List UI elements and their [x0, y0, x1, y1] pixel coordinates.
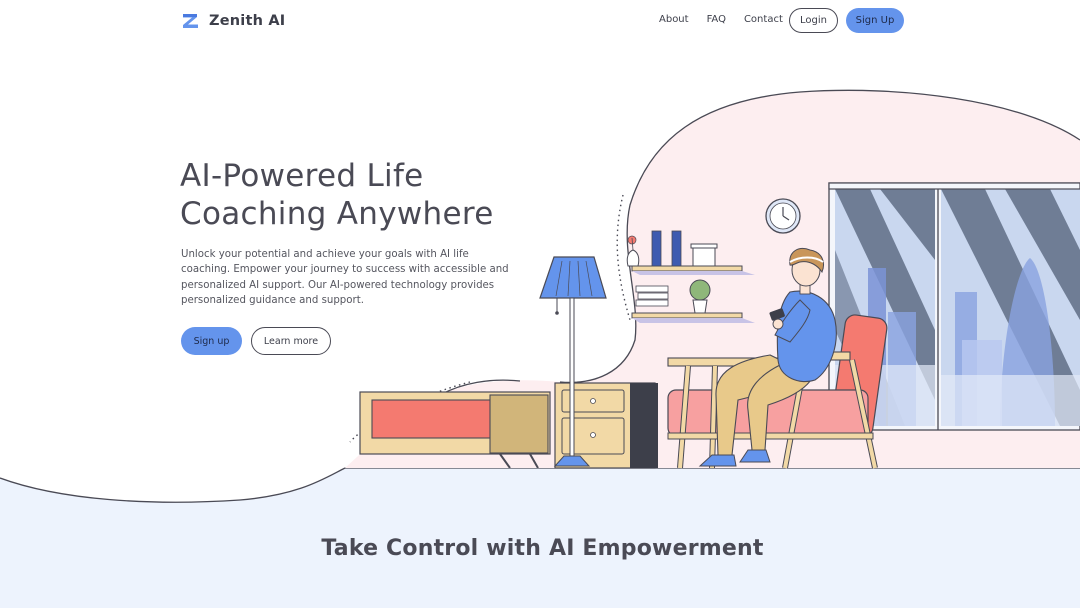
hero-signup-button[interactable]: Sign up: [181, 327, 242, 355]
learn-more-button[interactable]: Learn more: [251, 327, 331, 355]
top-navigation: Zenith AI About FAQ Contact Login Sign U…: [0, 0, 1080, 42]
hero-description: Unlock your potential and achieve your g…: [181, 249, 509, 306]
hero-title-line-1: AI-Powered Life: [180, 158, 424, 194]
zenith-z-logo-icon: [181, 11, 200, 30]
nav-links: About FAQ Contact: [659, 14, 783, 25]
hero-illustration: [0, 89, 1080, 608]
nav-link-contact[interactable]: Contact: [744, 14, 783, 25]
landing-page: Zenith AI About FAQ Contact Login Sign U…: [0, 0, 1080, 608]
brand-name: Zenith AI: [209, 12, 286, 29]
wall-clock: [765, 198, 801, 234]
nav-link-about[interactable]: About: [659, 14, 689, 25]
hero-title: AI-Powered Life Coaching Anywhere: [180, 157, 600, 233]
nav-link-faq[interactable]: FAQ: [707, 14, 726, 25]
brand[interactable]: Zenith AI: [180, 10, 285, 31]
nav-signup-button[interactable]: Sign Up: [846, 8, 904, 33]
login-button[interactable]: Login: [789, 8, 838, 33]
features-heading: Take Control with AI Empowerment: [321, 536, 764, 561]
hero-title-line-2: Coaching Anywhere: [180, 196, 494, 232]
